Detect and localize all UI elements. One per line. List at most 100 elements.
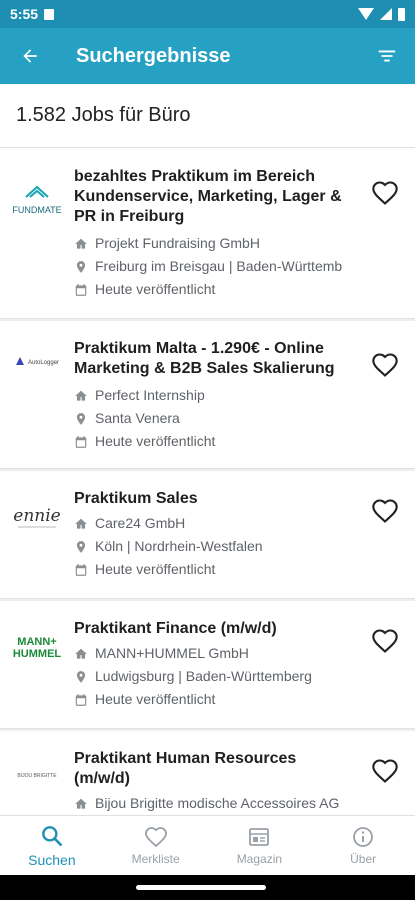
home-indicator[interactable] [136, 885, 266, 890]
company-logo-text: BIJOU BRIGITTE [17, 773, 57, 779]
job-posted: Heute veröffentlicht [74, 558, 355, 581]
company-logo: BIJOU BRIGITTE [0, 731, 74, 815]
building-icon [75, 798, 87, 809]
job-location: Ludwigsburg | Baden-Württemberg [74, 665, 355, 688]
filter-button[interactable] [359, 28, 415, 84]
job-posted: Heute veröffentlicht [74, 430, 355, 453]
location-text: Freiburg im Breisgau | Baden-Württemb [95, 258, 343, 274]
company-name: Bijou Brigitte modische Accessoires AG [95, 795, 340, 811]
company-logo-text: ennie [13, 506, 60, 526]
nav-item-merkliste[interactable]: Merkliste [104, 816, 208, 875]
job-title: bezahltes Praktikum im Bereich Kundenser… [74, 168, 342, 225]
sd-card-icon [44, 8, 55, 20]
nav-label: Suchen [28, 852, 76, 868]
company-name: Projekt Fundraising GmbH [95, 235, 260, 251]
nav-label: Merkliste [131, 852, 180, 866]
nav-item-magazin[interactable]: Magazin [208, 816, 312, 875]
status-time: 5:55 [10, 6, 39, 22]
heart-outline-icon [372, 353, 398, 377]
job-info: Praktikum Malta - 1.290€ - Online Market… [74, 321, 355, 468]
building-icon [75, 648, 87, 659]
signal-icon [380, 8, 392, 20]
page-title: Suchergebnisse [76, 44, 231, 67]
calendar-icon [75, 283, 87, 296]
location-pin-icon [76, 260, 86, 273]
job-info: Praktikum Sales Care24 GmbH Köln | Nordr… [74, 471, 355, 598]
job-posted: Heute veröffentlicht [74, 278, 355, 301]
search-icon [42, 826, 62, 846]
company-name: Care24 GmbH [95, 515, 186, 531]
info-icon [353, 827, 374, 847]
svg-text:HUMMEL: HUMMEL [13, 648, 62, 660]
job-company: Perfect Internship [74, 384, 355, 407]
heart-icon [144, 827, 167, 848]
building-icon [75, 238, 87, 249]
company-logo-text: AutoLogger [28, 360, 59, 366]
nav-label: Über [350, 852, 377, 866]
job-title: Praktikant Human Resources (m/w/d) [74, 750, 297, 787]
job-card[interactable]: BIJOU BRIGITTE Praktikant Human Resource… [0, 731, 415, 815]
job-location: Köln | Nordrhein-Westfalen [74, 535, 355, 558]
back-button[interactable] [0, 28, 60, 84]
result-count: 1.582 Jobs für Büro [0, 84, 415, 148]
location-pin-icon [76, 412, 86, 425]
job-info: bezahltes Praktikum im Bereich Kundenser… [74, 149, 355, 318]
location-pin-icon [76, 540, 86, 553]
save-job-button[interactable] [355, 601, 415, 728]
job-card[interactable]: ennie Praktikum Sales Care24 GmbH Köln |… [0, 471, 415, 599]
company-name: Perfect Internship [95, 387, 205, 403]
bottom-navigation: Suchen Merkliste Magazin Über [0, 815, 415, 875]
heart-outline-icon [372, 181, 398, 205]
location-text: Köln | Nordrhein-Westfalen [95, 538, 263, 554]
job-card[interactable]: AutoLogger Praktikum Malta - 1.290€ - On… [0, 321, 415, 469]
location-text: Ludwigsburg | Baden-Württemberg [95, 668, 312, 684]
nav-item-suchen[interactable]: Suchen [0, 816, 104, 875]
posted-text: Heute veröffentlicht [95, 561, 216, 577]
company-logo: MANN+ HUMMEL [0, 601, 74, 728]
job-list[interactable]: FUNDMATE bezahltes Praktikum im Bereich … [0, 149, 415, 815]
company-name: MANN+HUMMEL GmbH [95, 645, 249, 661]
job-location: Freiburg im Breisgau | Baden-Württemb [74, 255, 355, 278]
company-logo: FUNDMATE [0, 149, 74, 318]
job-card[interactable]: FUNDMATE bezahltes Praktikum im Bereich … [0, 149, 415, 319]
company-logo: ennie [0, 471, 74, 598]
posted-text: Heute veröffentlicht [95, 691, 216, 707]
nav-item-ueber[interactable]: Über [311, 816, 415, 875]
app-bar: Suchergebnisse [0, 28, 415, 84]
filter-icon [378, 50, 396, 62]
calendar-icon [75, 563, 87, 576]
save-job-button[interactable] [355, 471, 415, 598]
job-company: Bijou Brigitte modische Accessoires AG [74, 792, 355, 815]
location-pin-icon [76, 670, 86, 683]
heart-outline-icon [372, 629, 398, 653]
svg-text:MANN+: MANN+ [17, 636, 56, 648]
job-company: MANN+HUMMEL GmbH [74, 642, 355, 665]
job-info: Praktikant Finance (m/w/d) MANN+HUMMEL G… [74, 601, 355, 728]
job-company: Care24 GmbH [74, 512, 355, 535]
posted-text: Heute veröffentlicht [95, 433, 216, 449]
wifi-icon [358, 8, 374, 20]
status-bar: 5:55 [0, 0, 415, 28]
save-job-button[interactable] [355, 149, 415, 318]
save-job-button[interactable] [355, 731, 415, 815]
location-text: Santa Venera [95, 410, 180, 426]
calendar-icon [75, 435, 87, 448]
job-title: Praktikum Sales [74, 490, 198, 507]
job-info: Praktikant Human Resources (m/w/d) Bijou… [74, 731, 355, 815]
job-posted: Heute veröffentlicht [74, 688, 355, 711]
save-job-button[interactable] [355, 321, 415, 468]
calendar-icon [75, 693, 87, 706]
company-logo-text: FUNDMATE [12, 205, 61, 215]
job-location: Santa Venera [74, 407, 355, 430]
heart-outline-icon [372, 499, 398, 523]
job-card[interactable]: MANN+ HUMMEL Praktikant Finance (m/w/d) … [0, 601, 415, 729]
status-icons [358, 7, 405, 21]
posted-text: Heute veröffentlicht [95, 281, 216, 297]
building-icon [75, 390, 87, 401]
magazine-icon [249, 828, 270, 846]
job-company: Projekt Fundraising GmbH [74, 232, 355, 255]
heart-outline-icon [372, 759, 398, 783]
nav-label: Magazin [236, 852, 283, 866]
battery-icon [398, 7, 405, 21]
company-logo: AutoLogger [0, 321, 74, 468]
